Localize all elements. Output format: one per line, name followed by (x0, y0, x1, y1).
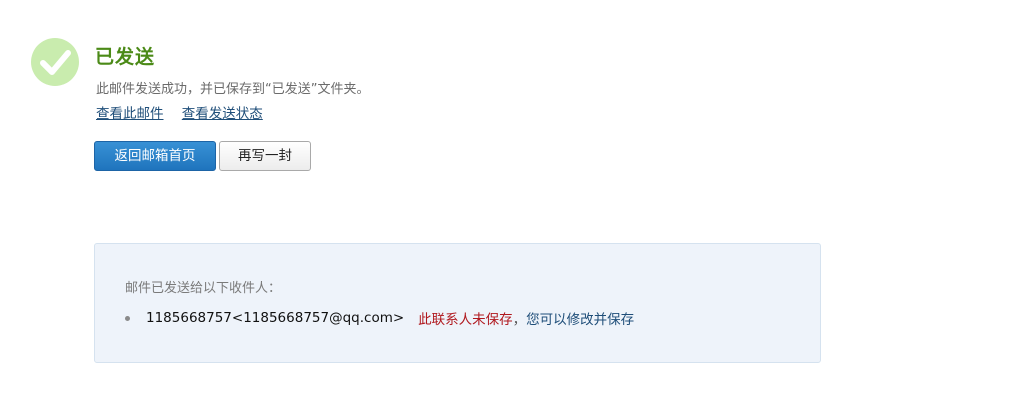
page-title: 已发送 (95, 46, 156, 68)
list-item: 1185668757<1185668757@qq.com> 此联系人未保存 ， … (125, 308, 634, 328)
contact-unsaved-label: 此联系人未保存 (418, 312, 513, 328)
recipients-heading: 邮件已发送给以下收件人： (125, 281, 282, 296)
modify-and-save-link[interactable]: 您可以修改并保存 (526, 308, 634, 328)
recipient-address: 1185668757<1185668757@qq.com> (146, 310, 405, 326)
view-mail-link[interactable]: 查看此邮件 (96, 106, 164, 122)
bullet-icon (125, 315, 130, 321)
result-links: 查看此邮件 查看发送状态 (96, 102, 277, 122)
write-another-button[interactable]: 再写一封 (219, 141, 311, 171)
success-description: 此邮件发送成功，并已保存到“已发送”文件夹。 (96, 82, 370, 97)
check-circle-icon (31, 38, 79, 86)
view-send-status-link[interactable]: 查看发送状态 (182, 106, 263, 122)
back-to-inbox-button[interactable]: 返回邮箱首页 (94, 141, 216, 171)
recipients-panel: 邮件已发送给以下收件人： 1185668757<1185668757@qq.co… (94, 243, 821, 363)
send-success-page: 已发送 此邮件发送成功，并已保存到“已发送”文件夹。 查看此邮件 查看发送状态 … (0, 0, 1009, 411)
separator: ， (512, 312, 527, 328)
